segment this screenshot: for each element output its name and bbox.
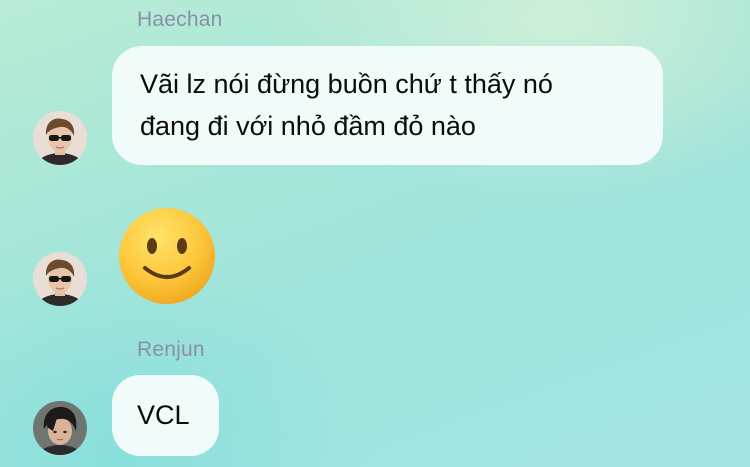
sunglasses-avatar-icon (33, 252, 87, 306)
chat-thread: Haechan Vãi lz nói đừng buồn chứ t thấy … (0, 0, 750, 467)
message-text-line: đang đi với nhỏ đầm đỏ nào (140, 111, 476, 141)
message-bubble[interactable]: VCL (112, 375, 219, 456)
slightly-smiling-face-icon[interactable] (117, 206, 217, 306)
sender-avatar[interactable] (33, 111, 87, 165)
sender-name: Haechan (137, 8, 223, 31)
sender-avatar[interactable] (33, 252, 87, 306)
message-text-line: Vãi lz nói đừng buồn chứ t thấy nó (140, 69, 553, 99)
dark-hair-avatar-icon (33, 401, 87, 455)
sunglasses-avatar-icon (33, 111, 87, 165)
sender-name: Renjun (137, 338, 205, 361)
sender-avatar[interactable] (33, 401, 87, 455)
message-bubble[interactable]: Vãi lz nói đừng buồn chứ t thấy nó đang … (112, 46, 663, 165)
message-text-line: VCL (137, 400, 190, 430)
